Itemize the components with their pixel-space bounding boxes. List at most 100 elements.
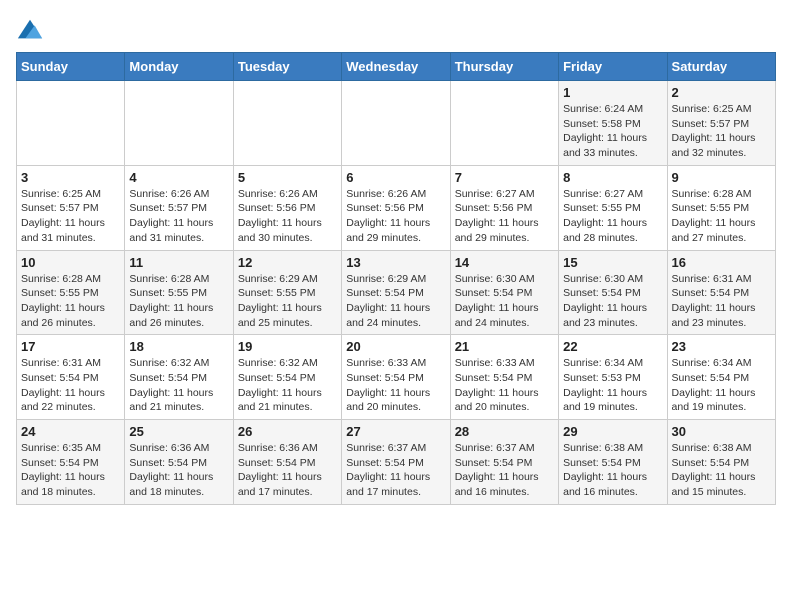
day-number: 16: [672, 255, 771, 270]
day-info: Sunrise: 6:29 AM Sunset: 5:54 PM Dayligh…: [346, 272, 445, 331]
calendar-table: SundayMondayTuesdayWednesdayThursdayFrid…: [16, 52, 776, 505]
weekday-header-monday: Monday: [125, 53, 233, 81]
calendar-cell-w4-d2: 18 Sunrise: 6:32 AM Sunset: 5:54 PM Dayli…: [125, 335, 233, 420]
day-number: 6: [346, 170, 445, 185]
day-info: Sunrise: 6:35 AM Sunset: 5:54 PM Dayligh…: [21, 441, 120, 500]
day-info: Sunrise: 6:31 AM Sunset: 5:54 PM Dayligh…: [672, 272, 771, 331]
calendar-cell-w1-d4: [342, 81, 450, 166]
calendar-cell-w4-d6: 22 Sunrise: 6:34 AM Sunset: 5:53 PM Dayli…: [559, 335, 667, 420]
day-number: 27: [346, 424, 445, 439]
day-info: Sunrise: 6:33 AM Sunset: 5:54 PM Dayligh…: [346, 356, 445, 415]
day-number: 23: [672, 339, 771, 354]
day-number: 17: [21, 339, 120, 354]
day-number: 21: [455, 339, 554, 354]
calendar-cell-w2-d7: 9Sunrise: 6:28 AM Sunset: 5:55 PM Daylig…: [667, 165, 775, 250]
day-number: 3: [21, 170, 120, 185]
calendar-cell-w2-d3: 5 Sunrise: 6:26 AM Sunset: 5:56 PM Daylig…: [233, 165, 341, 250]
day-number: 12: [238, 255, 337, 270]
calendar-header: SundayMondayTuesdayWednesdayThursdayFrid…: [17, 53, 776, 81]
calendar-week-3: 10Sunrise: 6:28 AM Sunset: 5:55 PM Dayli…: [17, 250, 776, 335]
day-number: 29: [563, 424, 662, 439]
weekday-header-friday: Friday: [559, 53, 667, 81]
day-number: 15: [563, 255, 662, 270]
day-number: 7: [455, 170, 554, 185]
calendar-week-1: 1 Sunrise: 6:24 AM Sunset: 5:58 PM Daylig…: [17, 81, 776, 166]
calendar-cell-w5-d3: 26 Sunrise: 6:36 AM Sunset: 5:54 PM Dayli…: [233, 420, 341, 505]
day-info: Sunrise: 6:27 AM Sunset: 5:56 PM Dayligh…: [455, 187, 554, 246]
weekday-header-sunday: Sunday: [17, 53, 125, 81]
day-info: Sunrise: 6:34 AM Sunset: 5:53 PM Dayligh…: [563, 356, 662, 415]
day-number: 5: [238, 170, 337, 185]
day-info: Sunrise: 6:25 AM Sunset: 5:57 PM Dayligh…: [21, 187, 120, 246]
day-number: 25: [129, 424, 228, 439]
day-info: Sunrise: 6:34 AM Sunset: 5:54 PM Dayligh…: [672, 356, 771, 415]
day-number: 26: [238, 424, 337, 439]
day-info: Sunrise: 6:28 AM Sunset: 5:55 PM Dayligh…: [129, 272, 228, 331]
day-info: Sunrise: 6:29 AM Sunset: 5:55 PM Dayligh…: [238, 272, 337, 331]
day-info: Sunrise: 6:26 AM Sunset: 5:56 PM Dayligh…: [346, 187, 445, 246]
day-info: Sunrise: 6:30 AM Sunset: 5:54 PM Dayligh…: [455, 272, 554, 331]
calendar-week-5: 24 Sunrise: 6:35 AM Sunset: 5:54 PM Dayli…: [17, 420, 776, 505]
day-info: Sunrise: 6:25 AM Sunset: 5:57 PM Dayligh…: [672, 102, 771, 161]
calendar-cell-w1-d1: [17, 81, 125, 166]
calendar-cell-w1-d2: [125, 81, 233, 166]
calendar-cell-w2-d1: 3 Sunrise: 6:25 AM Sunset: 5:57 PM Daylig…: [17, 165, 125, 250]
day-number: 22: [563, 339, 662, 354]
day-info: Sunrise: 6:28 AM Sunset: 5:55 PM Dayligh…: [672, 187, 771, 246]
calendar-week-4: 17 Sunrise: 6:31 AM Sunset: 5:54 PM Dayli…: [17, 335, 776, 420]
calendar-cell-w5-d4: 27 Sunrise: 6:37 AM Sunset: 5:54 PM Dayli…: [342, 420, 450, 505]
day-info: Sunrise: 6:38 AM Sunset: 5:54 PM Dayligh…: [563, 441, 662, 500]
day-info: Sunrise: 6:36 AM Sunset: 5:54 PM Dayligh…: [129, 441, 228, 500]
day-info: Sunrise: 6:33 AM Sunset: 5:54 PM Dayligh…: [455, 356, 554, 415]
day-info: Sunrise: 6:28 AM Sunset: 5:55 PM Dayligh…: [21, 272, 120, 331]
calendar-cell-w2-d4: 6 Sunrise: 6:26 AM Sunset: 5:56 PM Daylig…: [342, 165, 450, 250]
day-number: 4: [129, 170, 228, 185]
calendar-cell-w4-d3: 19 Sunrise: 6:32 AM Sunset: 5:54 PM Dayli…: [233, 335, 341, 420]
day-number: 18: [129, 339, 228, 354]
day-number: 20: [346, 339, 445, 354]
calendar-cell-w5-d1: 24 Sunrise: 6:35 AM Sunset: 5:54 PM Dayli…: [17, 420, 125, 505]
day-info: Sunrise: 6:38 AM Sunset: 5:54 PM Dayligh…: [672, 441, 771, 500]
calendar-cell-w3-d4: 13 Sunrise: 6:29 AM Sunset: 5:54 PM Dayli…: [342, 250, 450, 335]
day-info: Sunrise: 6:37 AM Sunset: 5:54 PM Dayligh…: [346, 441, 445, 500]
day-info: Sunrise: 6:37 AM Sunset: 5:54 PM Dayligh…: [455, 441, 554, 500]
day-info: Sunrise: 6:26 AM Sunset: 5:57 PM Dayligh…: [129, 187, 228, 246]
calendar-cell-w4-d1: 17 Sunrise: 6:31 AM Sunset: 5:54 PM Dayli…: [17, 335, 125, 420]
day-info: Sunrise: 6:27 AM Sunset: 5:55 PM Dayligh…: [563, 187, 662, 246]
calendar-week-2: 3 Sunrise: 6:25 AM Sunset: 5:57 PM Daylig…: [17, 165, 776, 250]
day-number: 13: [346, 255, 445, 270]
calendar-cell-w1-d3: [233, 81, 341, 166]
day-number: 2: [672, 85, 771, 100]
calendar-cell-w3-d5: 14 Sunrise: 6:30 AM Sunset: 5:54 PM Dayli…: [450, 250, 558, 335]
calendar-cell-w3-d6: 15 Sunrise: 6:30 AM Sunset: 5:54 PM Dayli…: [559, 250, 667, 335]
calendar-cell-w2-d2: 4 Sunrise: 6:26 AM Sunset: 5:57 PM Daylig…: [125, 165, 233, 250]
calendar-cell-w5-d7: 30 Sunrise: 6:38 AM Sunset: 5:54 PM Dayli…: [667, 420, 775, 505]
day-info: Sunrise: 6:32 AM Sunset: 5:54 PM Dayligh…: [238, 356, 337, 415]
calendar-cell-w4-d7: 23 Sunrise: 6:34 AM Sunset: 5:54 PM Dayli…: [667, 335, 775, 420]
logo-icon: [16, 16, 44, 44]
day-info: Sunrise: 6:36 AM Sunset: 5:54 PM Dayligh…: [238, 441, 337, 500]
day-number: 30: [672, 424, 771, 439]
calendar-cell-w4-d4: 20 Sunrise: 6:33 AM Sunset: 5:54 PM Dayli…: [342, 335, 450, 420]
calendar-cell-w2-d6: 8Sunrise: 6:27 AM Sunset: 5:55 PM Daylig…: [559, 165, 667, 250]
day-info: Sunrise: 6:30 AM Sunset: 5:54 PM Dayligh…: [563, 272, 662, 331]
day-info: Sunrise: 6:24 AM Sunset: 5:58 PM Dayligh…: [563, 102, 662, 161]
calendar-cell-w3-d2: 11 Sunrise: 6:28 AM Sunset: 5:55 PM Dayli…: [125, 250, 233, 335]
calendar-cell-w1-d5: [450, 81, 558, 166]
day-number: 1: [563, 85, 662, 100]
calendar-body: 1 Sunrise: 6:24 AM Sunset: 5:58 PM Daylig…: [17, 81, 776, 505]
logo: [16, 16, 48, 44]
day-info: Sunrise: 6:32 AM Sunset: 5:54 PM Dayligh…: [129, 356, 228, 415]
calendar-cell-w2-d5: 7 Sunrise: 6:27 AM Sunset: 5:56 PM Daylig…: [450, 165, 558, 250]
calendar-cell-w3-d1: 10Sunrise: 6:28 AM Sunset: 5:55 PM Dayli…: [17, 250, 125, 335]
day-number: 28: [455, 424, 554, 439]
day-number: 14: [455, 255, 554, 270]
day-number: 24: [21, 424, 120, 439]
day-number: 19: [238, 339, 337, 354]
day-info: Sunrise: 6:31 AM Sunset: 5:54 PM Dayligh…: [21, 356, 120, 415]
calendar-cell-w5-d6: 29 Sunrise: 6:38 AM Sunset: 5:54 PM Dayli…: [559, 420, 667, 505]
page-header: [16, 16, 776, 44]
day-number: 11: [129, 255, 228, 270]
day-info: Sunrise: 6:26 AM Sunset: 5:56 PM Dayligh…: [238, 187, 337, 246]
weekday-header-row: SundayMondayTuesdayWednesdayThursdayFrid…: [17, 53, 776, 81]
